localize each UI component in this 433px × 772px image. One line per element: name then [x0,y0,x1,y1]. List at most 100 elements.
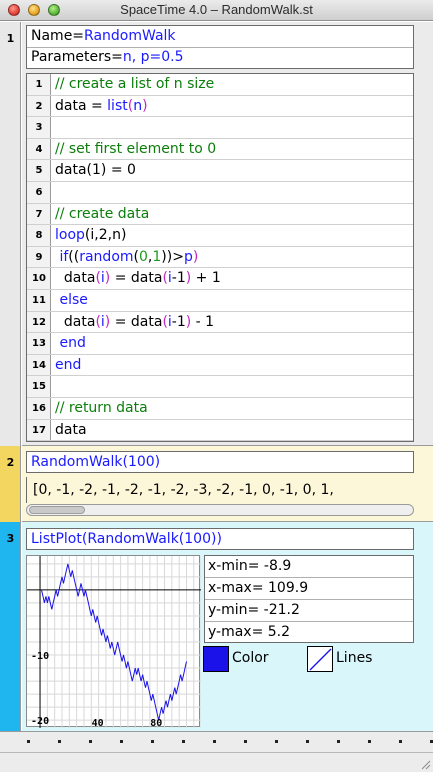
code-text: data(1) = 0 [55,162,136,179]
new-section-strip[interactable] [0,731,433,772]
line-number: 1 [35,79,43,90]
line-number: 16 [32,403,46,414]
color-swatch-button[interactable] [203,646,229,672]
y-tick-label: -20 [31,716,49,727]
params-value: n, p=0.5 [122,49,184,65]
definition-header[interactable]: Name=RandomWalk Parameters=n, p=0.5 [26,25,414,69]
ruler-dot [399,740,402,743]
ruler-dot [275,740,278,743]
code-line[interactable]: 5 data(1) = 0 [27,160,413,182]
expression-input[interactable]: RandomWalk(100) [26,451,414,473]
section-number: 3 [6,532,15,545]
lines-label: Lines [336,650,373,666]
code-text: data(i) = data(i-1) - 1 [55,313,215,330]
section-2-gutter[interactable]: 2 [0,446,21,522]
code-line[interactable]: 3 [27,117,413,139]
evaluation-section: RandomWalk(100) [0, -1, -2, -1, -2, -1, … [22,446,433,522]
code-line[interactable]: 16 // return data [27,398,413,420]
code-text: end [59,335,86,352]
parameters-field[interactable]: Parameters=n, p=0.5 [31,47,184,68]
code-line[interactable]: 7 // create data [27,204,413,226]
ruler-dots [0,740,433,746]
code-line[interactable]: 15 [27,376,413,398]
section-number: 1 [6,32,15,45]
code-line[interactable]: 6 [27,182,413,204]
line-number: 10 [32,273,46,285]
code-text: // return data [55,400,148,416]
section-3-gutter[interactable]: 3 [0,522,21,731]
ruler-dot [151,740,154,743]
code-line[interactable]: 17 data [27,420,413,442]
line-number: 4 [35,143,43,155]
code-line[interactable]: 4 // set first element to 0 [27,139,413,161]
list-plot[interactable]: -10 -20 40 80 [26,555,201,728]
code-line[interactable]: 13 end [27,333,413,355]
code-line[interactable]: 1 // create a list of n size [27,74,413,96]
code-line[interactable]: 2 data = list(n) [27,96,413,118]
code-line[interactable]: 14 end [27,355,413,377]
ruler-dot [306,740,309,743]
line-number: 5 [35,165,43,177]
section-number: 2 [6,456,15,469]
y-tick-label: -10 [31,651,49,662]
line-style-icon [309,648,332,671]
x-min-field[interactable]: x-min= -8.9 [205,556,413,578]
line-number: 17 [32,424,46,436]
code-text: // create a list of n size [55,76,215,92]
params-key: Parameters= [31,49,123,65]
code-text: if((random(0,1))>p) [59,248,199,265]
section-1-gutter[interactable]: 1 [0,22,21,446]
horizontal-scrollbar[interactable] [26,504,414,516]
x-tick-label: 80 [150,718,162,728]
code-line[interactable]: 9 if((random(0,1))>p) [27,247,413,269]
x-max-field[interactable]: x-max= 109.9 [205,578,413,600]
x-tick-label: 40 [92,718,104,728]
scrollbar-thumb[interactable] [29,506,85,514]
line-number: 13 [32,338,46,350]
code-text: data = list(n) [55,97,148,114]
ruler-dot [58,740,61,743]
code-text: loop(i,2,n) [55,227,127,244]
name-field[interactable]: Name=RandomWalk [31,26,176,47]
ruler-dot [89,740,92,743]
ruler-dot [182,740,185,743]
code-editor[interactable]: 1 // create a list of n size 2 data = list(… [26,73,414,442]
plot-section: ListPlot(RandomWalk(100)) -10 -20 40 80 x-m… [22,522,433,731]
function-definition-section: Name=RandomWalk Parameters=n, p=0.5 1 // … [22,22,433,446]
plot-expression-input[interactable]: ListPlot(RandomWalk(100)) [26,528,414,550]
code-line[interactable]: 10 data(i) = data(i-1) + 1 [27,268,413,290]
ruler-dot [368,740,371,743]
code-text: end [55,356,82,373]
result-output: [0, -1, -2, -1, -2, -1, -2, -3, -2, -1, … [26,477,414,503]
plot-expression: ListPlot(RandomWalk(100)) [31,531,222,547]
ruler-dot [337,740,340,743]
plot-canvas: -10 -20 40 80 [27,556,201,728]
line-number: 7 [35,208,43,220]
line-number: 12 [32,316,46,328]
name-key: Name= [31,28,85,44]
color-label: Color [232,650,269,666]
code-text: data(i) = data(i-1) + 1 [55,270,221,287]
code-text: // create data [55,205,150,222]
line-number: 11 [32,295,46,306]
line-number: 3 [35,122,43,134]
code-line[interactable]: 12 data(i) = data(i-1) - 1 [27,312,413,334]
ruler-dot [27,740,30,743]
name-value: RandomWalk [84,28,176,44]
window-title: SpaceTime 4.0 – RandomWalk.st [120,2,313,17]
resize-grip-icon[interactable] [419,758,431,770]
code-line[interactable]: 11 else [27,290,413,312]
y-max-field[interactable]: y-max= 5.2 [205,622,413,644]
line-number: 14 [32,359,46,371]
code-text: data [55,421,87,438]
ruler-dot [120,740,123,743]
title-bar: SpaceTime 4.0 – RandomWalk.st [0,0,433,21]
code-text: // set first element to 0 [55,140,217,157]
line-number: 9 [35,251,43,263]
line-number: 6 [35,187,43,198]
ruler-dot [244,740,247,743]
y-min-field[interactable]: y-min= -21.2 [205,600,413,622]
divider [0,752,433,753]
lines-toggle-button[interactable] [307,646,333,672]
code-line[interactable]: 8 loop(i,2,n) [27,225,413,247]
